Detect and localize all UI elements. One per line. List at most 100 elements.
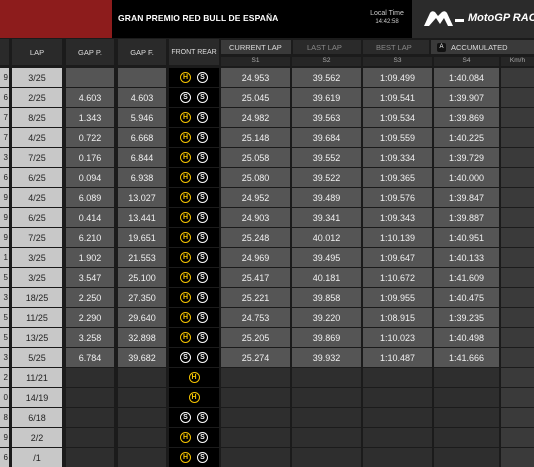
tyres-cell: SS [169, 88, 219, 107]
lap-cell: 6/18 [12, 408, 62, 427]
soft-tyre-icon: S [197, 312, 208, 323]
sector-4-cell [434, 368, 499, 387]
gap-previous-cell [66, 368, 114, 387]
lap-cell: 6/25 [12, 168, 62, 187]
sector-3-header: S3 [363, 57, 432, 66]
sector-4-header: S4 [434, 57, 499, 66]
speed-cell [501, 408, 534, 427]
sector-2-cell: 39.522 [292, 168, 361, 187]
brand-name: MotoGP RAC [468, 12, 534, 24]
table-row[interactable]: 3 18/25 2.250 27.350 H S 25.221 39.858 1:09.955 1… [0, 288, 534, 307]
tyres-cell: HS [169, 328, 219, 347]
table-row[interactable]: 3 7/25 0.176 6.844 H S 25.058 39.552 1:09.334 1:3… [0, 148, 534, 167]
table-row[interactable]: 7 4/25 0.722 6.668 H S 25.148 39.684 1:09.559 1:4… [0, 128, 534, 147]
tyres-cell: SS [169, 408, 219, 427]
gap-first-cell: 19.651 [118, 228, 166, 247]
lap-cell: 7/25 [12, 148, 62, 167]
sector-1-cell: 25.221 [221, 288, 290, 307]
gap-previous-cell [66, 388, 114, 407]
speed-cell [501, 128, 534, 147]
position-cell: 9 [0, 208, 9, 227]
hard-tyre-icon: H [180, 232, 191, 243]
table-row[interactable]: 9 2/2 H S [0, 428, 534, 447]
table-row[interactable]: 2 11/21 H [0, 368, 534, 387]
gap-first-cell: 39.682 [118, 348, 166, 367]
hard-tyre-icon: H [180, 192, 191, 203]
speed-cell [501, 308, 534, 327]
speed-cell [501, 108, 534, 127]
sector-4-cell: 1:40.225 [434, 128, 499, 147]
lap-cell: 2/25 [12, 88, 62, 107]
tyres-cell: HS [169, 268, 219, 287]
sector-1-cell: 25.058 [221, 148, 290, 167]
sector-3-cell: 1:09.647 [363, 248, 432, 267]
sector-4-cell [434, 448, 499, 467]
table-row[interactable]: 5 3/25 3.547 25.100 H S 25.417 40.181 1:10.672 1:… [0, 268, 534, 287]
sector-3-cell: 1:09.541 [363, 88, 432, 107]
sector-1-cell [221, 408, 290, 427]
table-row[interactable]: 6 2/25 4.603 4.603 S S 25.045 39.619 1:09.541 1:3… [0, 88, 534, 107]
gap-first-cell: 25.100 [118, 268, 166, 287]
soft-tyre-icon: S [197, 352, 208, 363]
gap-first-cell: 6.844 [118, 148, 166, 167]
tyres-cell: HS [169, 228, 219, 247]
sector-2-cell: 39.563 [292, 108, 361, 127]
sector-4-cell: 1:40.498 [434, 328, 499, 347]
hard-tyre-icon: H [180, 432, 191, 443]
table-row[interactable]: 9 7/25 6.210 19.651 H S 25.248 40.012 1:10.139 1:… [0, 228, 534, 247]
table-row[interactable]: 9 6/25 0.414 13.441 H S 24.903 39.341 1:09.343 1:… [0, 208, 534, 227]
sector-2-cell: 39.932 [292, 348, 361, 367]
position-cell: 2 [0, 368, 9, 387]
gap-previous-cell: 0.722 [66, 128, 114, 147]
table-row[interactable]: 6 6/25 0.094 6.938 H S 25.080 39.522 1:09.365 1:4… [0, 168, 534, 187]
sector-3-cell [363, 428, 432, 447]
soft-tyre-icon: S [197, 112, 208, 123]
table-row[interactable]: 9 4/25 6.089 13.027 H S 24.952 39.489 1:09.576 1:… [0, 188, 534, 207]
gap-previous-cell [66, 68, 114, 87]
lap-cell: 7/25 [12, 228, 62, 247]
sector-1-cell: 24.753 [221, 308, 290, 327]
sector-4-cell: 1:39.729 [434, 148, 499, 167]
table-row[interactable]: 0 14/19 H [0, 388, 534, 407]
lap-cell: 11/25 [12, 308, 62, 327]
tab-best-lap[interactable]: BEST LAP [363, 40, 429, 54]
speed-cell [501, 368, 534, 387]
tab-current-lap[interactable]: CURRENT LAP [221, 40, 291, 54]
gap-first-cell [118, 408, 166, 427]
hard-tyre-icon: H [180, 72, 191, 83]
sector-4-cell: 1:41.609 [434, 268, 499, 287]
sector-2-cell [292, 368, 361, 387]
table-row[interactable]: 1 3/25 1.902 21.553 H S 24.969 39.495 1:09.647 1:… [0, 248, 534, 267]
gap-previous-cell: 6.784 [66, 348, 114, 367]
brand-color-block [0, 0, 112, 38]
gap-first-column-header: GAP F. [118, 39, 166, 65]
lap-cell: 13/25 [12, 328, 62, 347]
table-row[interactable]: 9 3/25 H S 24.953 39.562 1:09.499 1:40.084 [0, 68, 534, 87]
hard-tyre-icon: H [180, 252, 191, 263]
sector-3-cell: 1:08.915 [363, 308, 432, 327]
sector-3-cell: 1:09.955 [363, 288, 432, 307]
tab-accumulated[interactable]: A ACCUMULATED [431, 40, 534, 54]
tab-last-lap[interactable]: LAST LAP [293, 40, 361, 54]
sector-2-cell: 39.552 [292, 148, 361, 167]
sector-3-cell: 1:10.139 [363, 228, 432, 247]
gap-previous-cell: 0.176 [66, 148, 114, 167]
sector-4-cell [434, 408, 499, 427]
sector-1-cell: 25.274 [221, 348, 290, 367]
table-row[interactable]: 5 13/25 3.258 32.898 H S 25.205 39.869 1:10.023 1… [0, 328, 534, 347]
sector-1-cell [221, 388, 290, 407]
table-row[interactable]: 3 5/25 6.784 39.682 S S 25.274 39.932 1:10.487 1:… [0, 348, 534, 367]
table-row[interactable]: 5 11/25 2.290 29.640 H S 24.753 39.220 1:08.915 1… [0, 308, 534, 327]
gap-previous-cell [66, 408, 114, 427]
speed-cell [501, 428, 534, 447]
soft-tyre-icon: S [197, 132, 208, 143]
gap-previous-column-header: GAP P. [66, 39, 114, 65]
table-row[interactable]: 8 6/18 S S [0, 408, 534, 427]
sector-1-cell: 24.953 [221, 68, 290, 87]
gap-first-cell: 21.553 [118, 248, 166, 267]
table-row[interactable]: 7 8/25 1.343 5.946 H S 24.982 39.563 1:09.534 1:3… [0, 108, 534, 127]
tyres-cell: HS [169, 168, 219, 187]
gap-first-cell [118, 388, 166, 407]
table-row[interactable]: 6/1 H S [0, 448, 534, 467]
gap-previous-cell: 2.290 [66, 308, 114, 327]
